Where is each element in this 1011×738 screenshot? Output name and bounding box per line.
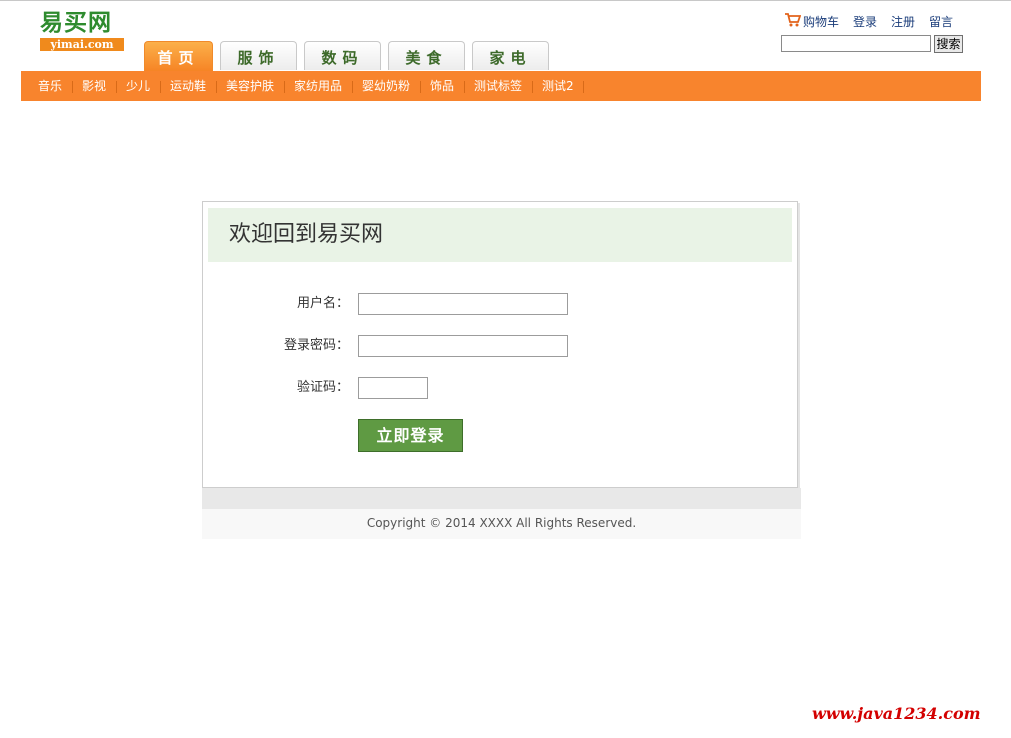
top-border: [0, 0, 1011, 1]
category-beauty[interactable]: 美容护肤: [226, 71, 274, 101]
category-divider: [464, 81, 465, 93]
category-divider: [160, 81, 161, 93]
site-watermark: www.java1234.com: [812, 704, 981, 723]
category-bar: 音乐 影视 少儿 运动鞋 美容护肤 家纺用品 婴幼奶粉 饰品 测试标签 测试2: [21, 71, 981, 101]
login-link[interactable]: 登录: [853, 13, 877, 30]
cart-link[interactable]: 购物车: [803, 13, 839, 30]
category-music[interactable]: 音乐: [38, 71, 62, 101]
logo-domain: yimai.com: [40, 38, 124, 51]
login-header: 欢迎回到易买网: [208, 208, 792, 262]
category-children[interactable]: 少儿: [126, 71, 150, 101]
password-label: 登录密码：: [283, 338, 349, 353]
category-accessories[interactable]: 饰品: [430, 71, 454, 101]
shopping-cart-icon[interactable]: [785, 13, 801, 27]
category-sneakers[interactable]: 运动鞋: [170, 71, 206, 101]
captcha-label: 验证码：: [296, 380, 349, 395]
register-link[interactable]: 注册: [891, 13, 915, 30]
search-input[interactable]: [781, 35, 931, 52]
category-test2[interactable]: 测试2: [542, 71, 574, 101]
category-video[interactable]: 影视: [82, 71, 106, 101]
category-divider: [532, 81, 533, 93]
login-panel: 欢迎回到易买网 用户名： 登录密码： 验证码： 立即登录: [202, 201, 798, 488]
category-divider: [420, 81, 421, 93]
category-test-tag[interactable]: 测试标签: [474, 71, 522, 101]
logo-chinese: 易买网: [40, 9, 112, 36]
category-home-textiles[interactable]: 家纺用品: [294, 71, 342, 101]
category-baby-formula[interactable]: 婴幼奶粉: [362, 71, 410, 101]
login-title: 欢迎回到易买网: [229, 222, 384, 247]
category-divider: [116, 81, 117, 93]
category-divider: [583, 81, 584, 93]
search-button[interactable]: 搜索: [934, 35, 963, 53]
captcha-field[interactable]: [358, 377, 428, 399]
footer-divider-strip: [202, 488, 801, 509]
message-link[interactable]: 留言: [929, 13, 953, 30]
category-divider: [72, 81, 73, 93]
password-field[interactable]: [358, 335, 568, 357]
footer-copyright: Copyright © 2014 XXXX All Rights Reserve…: [202, 509, 801, 539]
login-submit-button[interactable]: 立即登录: [358, 419, 463, 452]
tab-appliances[interactable]: 家电: [472, 41, 549, 70]
category-divider: [216, 81, 217, 93]
site-logo[interactable]: 易买网 yimai.com: [38, 9, 126, 53]
tab-food[interactable]: 美食: [388, 41, 465, 70]
username-label: 用户名：: [296, 296, 349, 311]
category-divider: [352, 81, 353, 93]
username-field[interactable]: [358, 293, 568, 315]
tab-clothing[interactable]: 服饰: [220, 41, 297, 70]
category-divider: [284, 81, 285, 93]
tab-home[interactable]: 首页: [144, 41, 213, 72]
tab-digital[interactable]: 数码: [304, 41, 381, 70]
